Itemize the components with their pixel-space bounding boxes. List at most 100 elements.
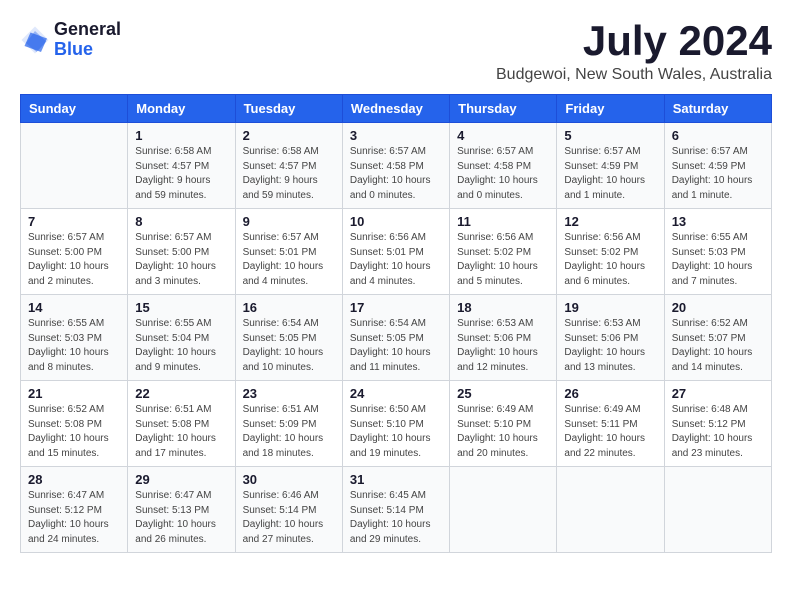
day-info: Sunrise: 6:53 AM Sunset: 5:06 PM Dayligh… bbox=[564, 317, 656, 375]
calendar-cell: 24 Sunrise: 6:50 AM Sunset: 5:10 PM Dayli… bbox=[342, 381, 449, 467]
calendar-cell: 31Sunrise: 6:45 AM Sunset: 5:14 PM Dayli… bbox=[342, 467, 449, 553]
calendar-cell: 3Sunrise: 6:57 AM Sunset: 4:58 PM Daylig… bbox=[342, 123, 449, 209]
day-info: Sunrise: 6:55 AM Sunset: 5:04 PM Dayligh… bbox=[135, 317, 227, 375]
header-saturday: Saturday bbox=[664, 95, 771, 123]
day-info: Sunrise: 6:51 AM Sunset: 5:09 PM Dayligh… bbox=[243, 403, 335, 461]
calendar-cell: 27Sunrise: 6:48 AM Sunset: 5:12 PM Dayli… bbox=[664, 381, 771, 467]
day-info: Sunrise: 6:48 AM Sunset: 5:12 PM Dayligh… bbox=[672, 403, 764, 461]
calendar-cell: 4 Sunrise: 6:57 AM Sunset: 4:58 PM Daylig… bbox=[450, 123, 557, 209]
day-number: 26 bbox=[564, 386, 656, 401]
day-number: 2 bbox=[243, 128, 335, 143]
day-info: Sunrise: 6:57 AM Sunset: 4:59 PM Dayligh… bbox=[564, 145, 656, 203]
day-info: Sunrise: 6:47 AM Sunset: 5:13 PM Dayligh… bbox=[135, 489, 227, 547]
logo-blue: Blue bbox=[54, 40, 121, 60]
day-number: 13 bbox=[672, 214, 764, 229]
calendar-cell: 29 Sunrise: 6:47 AM Sunset: 5:13 PM Dayli… bbox=[128, 467, 235, 553]
day-info: Sunrise: 6:58 AM Sunset: 4:57 PM Dayligh… bbox=[243, 145, 335, 203]
day-number: 1 bbox=[135, 128, 227, 143]
day-number: 4 bbox=[457, 128, 549, 143]
week-row-4: 21 Sunrise: 6:52 AM Sunset: 5:08 PM Dayli… bbox=[21, 381, 772, 467]
logo-icon bbox=[20, 25, 50, 55]
day-info: Sunrise: 6:51 AM Sunset: 5:08 PM Dayligh… bbox=[135, 403, 227, 461]
day-info: Sunrise: 6:55 AM Sunset: 5:03 PM Dayligh… bbox=[28, 317, 120, 375]
calendar-cell: 2 Sunrise: 6:58 AM Sunset: 4:57 PM Daylig… bbox=[235, 123, 342, 209]
calendar-cell bbox=[450, 467, 557, 553]
calendar-cell: 26 Sunrise: 6:49 AM Sunset: 5:11 PM Dayli… bbox=[557, 381, 664, 467]
calendar-cell: 15Sunrise: 6:55 AM Sunset: 5:04 PM Dayli… bbox=[128, 295, 235, 381]
day-info: Sunrise: 6:53 AM Sunset: 5:06 PM Dayligh… bbox=[457, 317, 549, 375]
header-wednesday: Wednesday bbox=[342, 95, 449, 123]
calendar-cell: 7Sunrise: 6:57 AM Sunset: 5:00 PM Daylig… bbox=[21, 209, 128, 295]
calendar-cell: 11Sunrise: 6:56 AM Sunset: 5:02 PM Dayli… bbox=[450, 209, 557, 295]
calendar-cell: 9 Sunrise: 6:57 AM Sunset: 5:01 PM Daylig… bbox=[235, 209, 342, 295]
week-row-2: 7Sunrise: 6:57 AM Sunset: 5:00 PM Daylig… bbox=[21, 209, 772, 295]
day-info: Sunrise: 6:56 AM Sunset: 5:02 PM Dayligh… bbox=[457, 231, 549, 289]
day-number: 30 bbox=[243, 472, 335, 487]
day-number: 31 bbox=[350, 472, 442, 487]
day-number: 14 bbox=[28, 300, 120, 315]
day-number: 8 bbox=[135, 214, 227, 229]
calendar-table: SundayMondayTuesdayWednesdayThursdayFrid… bbox=[20, 94, 772, 553]
day-number: 29 bbox=[135, 472, 227, 487]
day-number: 5 bbox=[564, 128, 656, 143]
calendar-cell bbox=[557, 467, 664, 553]
day-number: 28 bbox=[28, 472, 120, 487]
calendar-cell: 12 Sunrise: 6:56 AM Sunset: 5:02 PM Dayli… bbox=[557, 209, 664, 295]
day-number: 10 bbox=[350, 214, 442, 229]
calendar-cell bbox=[664, 467, 771, 553]
day-info: Sunrise: 6:47 AM Sunset: 5:12 PM Dayligh… bbox=[28, 489, 120, 547]
day-info: Sunrise: 6:57 AM Sunset: 5:00 PM Dayligh… bbox=[135, 231, 227, 289]
calendar-cell: 28 Sunrise: 6:47 AM Sunset: 5:12 PM Dayli… bbox=[21, 467, 128, 553]
week-row-3: 14 Sunrise: 6:55 AM Sunset: 5:03 PM Dayli… bbox=[21, 295, 772, 381]
calendar-cell: 30 Sunrise: 6:46 AM Sunset: 5:14 PM Dayli… bbox=[235, 467, 342, 553]
day-number: 21 bbox=[28, 386, 120, 401]
day-info: Sunrise: 6:56 AM Sunset: 5:02 PM Dayligh… bbox=[564, 231, 656, 289]
calendar-cell: 18 Sunrise: 6:53 AM Sunset: 5:06 PM Dayli… bbox=[450, 295, 557, 381]
calendar-cell: 22Sunrise: 6:51 AM Sunset: 5:08 PM Dayli… bbox=[128, 381, 235, 467]
header-friday: Friday bbox=[557, 95, 664, 123]
header-sunday: Sunday bbox=[21, 95, 128, 123]
location: Budgewoi, New South Wales, Australia bbox=[496, 66, 772, 84]
day-info: Sunrise: 6:57 AM Sunset: 4:58 PM Dayligh… bbox=[457, 145, 549, 203]
day-number: 9 bbox=[243, 214, 335, 229]
day-info: Sunrise: 6:57 AM Sunset: 4:58 PM Dayligh… bbox=[350, 145, 442, 203]
calendar-cell: 1Sunrise: 6:58 AM Sunset: 4:57 PM Daylig… bbox=[128, 123, 235, 209]
day-number: 6 bbox=[672, 128, 764, 143]
calendar-cell: 6 Sunrise: 6:57 AM Sunset: 4:59 PM Daylig… bbox=[664, 123, 771, 209]
day-info: Sunrise: 6:55 AM Sunset: 5:03 PM Dayligh… bbox=[672, 231, 764, 289]
week-row-1: 1 Sunrise: 6:58 AM Sunset: 4:57 PM Daylig… bbox=[21, 123, 772, 209]
calendar-cell: 20 Sunrise: 6:52 AM Sunset: 5:07 PM Dayli… bbox=[664, 295, 771, 381]
calendar-cell: 19Sunrise: 6:53 AM Sunset: 5:06 PM Dayli… bbox=[557, 295, 664, 381]
day-info: Sunrise: 6:54 AM Sunset: 5:05 PM Dayligh… bbox=[243, 317, 335, 375]
header-row: SundayMondayTuesdayWednesdayThursdayFrid… bbox=[21, 95, 772, 123]
day-info: Sunrise: 6:50 AM Sunset: 5:10 PM Dayligh… bbox=[350, 403, 442, 461]
day-number: 18 bbox=[457, 300, 549, 315]
calendar-body: 1 Sunrise: 6:58 AM Sunset: 4:57 PM Daylig… bbox=[21, 123, 772, 553]
calendar-cell: 16 Sunrise: 6:54 AM Sunset: 5:05 PM Dayli… bbox=[235, 295, 342, 381]
day-number: 16 bbox=[243, 300, 335, 315]
logo-general: General bbox=[54, 20, 121, 40]
day-info: Sunrise: 6:52 AM Sunset: 5:07 PM Dayligh… bbox=[672, 317, 764, 375]
header-thursday: Thursday bbox=[450, 95, 557, 123]
day-number: 23 bbox=[243, 386, 335, 401]
day-number: 20 bbox=[672, 300, 764, 315]
week-row-5: 28 Sunrise: 6:47 AM Sunset: 5:12 PM Dayli… bbox=[21, 467, 772, 553]
logo: General Blue bbox=[20, 20, 121, 60]
day-number: 24 bbox=[350, 386, 442, 401]
day-info: Sunrise: 6:57 AM Sunset: 5:00 PM Dayligh… bbox=[28, 231, 120, 289]
calendar-cell: 8 Sunrise: 6:57 AM Sunset: 5:00 PM Daylig… bbox=[128, 209, 235, 295]
day-info: Sunrise: 6:46 AM Sunset: 5:14 PM Dayligh… bbox=[243, 489, 335, 547]
day-info: Sunrise: 6:49 AM Sunset: 5:11 PM Dayligh… bbox=[564, 403, 656, 461]
page-header: General Blue July 2024 Budgewoi, New Sou… bbox=[20, 20, 772, 84]
day-info: Sunrise: 6:57 AM Sunset: 4:59 PM Dayligh… bbox=[672, 145, 764, 203]
day-info: Sunrise: 6:57 AM Sunset: 5:01 PM Dayligh… bbox=[243, 231, 335, 289]
calendar-cell: 21 Sunrise: 6:52 AM Sunset: 5:08 PM Dayli… bbox=[21, 381, 128, 467]
calendar-cell bbox=[21, 123, 128, 209]
calendar-cell: 23 Sunrise: 6:51 AM Sunset: 5:09 PM Dayli… bbox=[235, 381, 342, 467]
logo-text: General Blue bbox=[54, 20, 121, 60]
calendar-cell: 13 Sunrise: 6:55 AM Sunset: 5:03 PM Dayli… bbox=[664, 209, 771, 295]
calendar-cell: 10Sunrise: 6:56 AM Sunset: 5:01 PM Dayli… bbox=[342, 209, 449, 295]
calendar-cell: 14 Sunrise: 6:55 AM Sunset: 5:03 PM Dayli… bbox=[21, 295, 128, 381]
day-info: Sunrise: 6:52 AM Sunset: 5:08 PM Dayligh… bbox=[28, 403, 120, 461]
day-number: 12 bbox=[564, 214, 656, 229]
